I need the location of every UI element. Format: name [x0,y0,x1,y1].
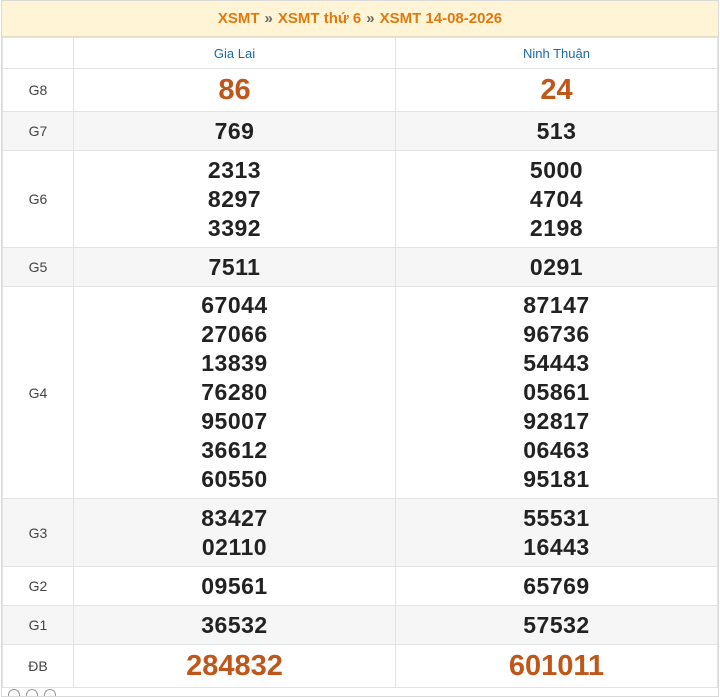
prize-cell: 769 [73,111,396,151]
prize-number: 86 [218,74,251,106]
prize-cell: 86 [73,68,396,112]
prize-cell: 57532 [395,605,718,645]
prize-number: 57532 [523,611,590,638]
prize-label: G7 [2,111,74,151]
prize-cell: 5000 4704 2198 [395,150,718,248]
prize-number: 601011 [508,650,605,682]
province-header-ninh-thuan[interactable]: Ninh Thuận [395,37,718,69]
prize-label: G2 [2,566,74,606]
prize-row-g1: G1 36532 57532 [2,605,718,645]
prize-cell: 24 [395,68,718,112]
breadcrumb: XSMT » XSMT thứ 6 » XSMT 14-08-2026 [2,1,718,37]
prize-number: 8297 [207,185,262,212]
prize-cell: 284832 [73,644,396,688]
prize-number: 05861 [523,379,590,405]
prize-number: 95181 [523,466,590,492]
prize-number: 769 [214,117,255,144]
results-panel: XSMT » XSMT thứ 6 » XSMT 14-08-2026 Gia … [1,0,719,697]
prize-number: 54443 [523,350,590,376]
prize-row-g6: G6 2313 8297 3392 5000 4704 2198 [2,150,718,248]
prize-number: 36612 [201,437,268,463]
prize-label: ĐB [2,644,74,688]
prize-number: 60550 [201,466,268,492]
prize-row-g8: G8 86 24 [2,68,718,112]
prize-cell: 87147 96736 54443 05861 92817 06463 95181 [395,286,718,499]
header-blank-cell [2,37,74,69]
prize-number: 13839 [201,350,268,376]
prize-number: 65769 [523,572,590,599]
prize-cell: 2313 8297 3392 [73,150,396,248]
radio-option-icon[interactable] [26,689,38,696]
prize-number: 83427 [201,504,268,531]
breadcrumb-separator: » [366,10,375,27]
prize-label: G8 [2,68,74,112]
prize-number: 2313 [207,156,262,183]
province-header-gia-lai[interactable]: Gia Lai [73,37,396,69]
prize-row-g4: G4 67044 27066 13839 76280 95007 36612 60550 871… [2,286,718,499]
prize-cell: 09561 [73,566,396,606]
prize-cell: 601011 [395,644,718,688]
prize-number: 284832 [186,650,283,682]
prize-number: 55531 [523,504,590,531]
prize-number: 4704 [529,185,584,212]
prize-label: G3 [2,498,74,567]
prize-label: G5 [2,247,74,287]
prize-label: G1 [2,605,74,645]
prize-number: 87147 [523,292,590,318]
prize-number: 2198 [529,214,584,241]
prize-row-đb: ĐB 284832 601011 [2,644,718,688]
prize-number: 76280 [201,379,268,405]
prize-cell: 7511 [73,247,396,287]
prize-number: 95007 [201,408,268,434]
prize-number: 513 [536,117,577,144]
prize-label: G6 [2,150,74,248]
prize-number: 96736 [523,321,590,347]
table-header-row: Gia Lai Ninh Thuận [2,37,718,69]
results-table: Gia Lai Ninh Thuận G8 86 24 G7 769 513 G6 2313 8… [2,37,718,688]
prize-number: 92817 [523,408,590,434]
prize-label: G4 [2,286,74,499]
prize-number: 27066 [201,321,268,347]
prize-number: 0291 [529,253,584,280]
prize-number: 7511 [208,253,261,280]
prize-cell: 0291 [395,247,718,287]
prize-cell: 67044 27066 13839 76280 95007 36612 60550 [73,286,396,499]
prize-row-g5: G5 7511 0291 [2,247,718,287]
prize-row-g2: G2 09561 65769 [2,566,718,606]
prize-cell: 513 [395,111,718,151]
prize-cell: 55531 16443 [395,498,718,567]
prize-number: 09561 [201,572,268,599]
prize-number: 67044 [201,292,268,318]
table-footer [2,688,718,696]
breadcrumb-link-xsmt-date[interactable]: XSMT 14-08-2026 [380,10,503,27]
prize-number: 06463 [523,437,590,463]
prize-row-g3: G3 83427 02110 55531 16443 [2,498,718,567]
prize-row-g7: G7 769 513 [2,111,718,151]
breadcrumb-separator: » [264,10,273,27]
prize-number: 36532 [201,611,268,638]
radio-option-icon[interactable] [44,689,56,696]
prize-number: 02110 [201,533,268,560]
prize-number: 16443 [523,533,590,560]
prize-number: 24 [540,74,573,106]
breadcrumb-link-xsmt-weekday[interactable]: XSMT thứ 6 [278,10,361,27]
radio-option-icon[interactable] [8,689,20,696]
prize-number: 3392 [207,214,262,241]
prize-cell: 65769 [395,566,718,606]
prize-cell: 36532 [73,605,396,645]
prize-number: 5000 [529,156,584,183]
prize-cell: 83427 02110 [73,498,396,567]
breadcrumb-link-xsmt[interactable]: XSMT [218,10,260,27]
